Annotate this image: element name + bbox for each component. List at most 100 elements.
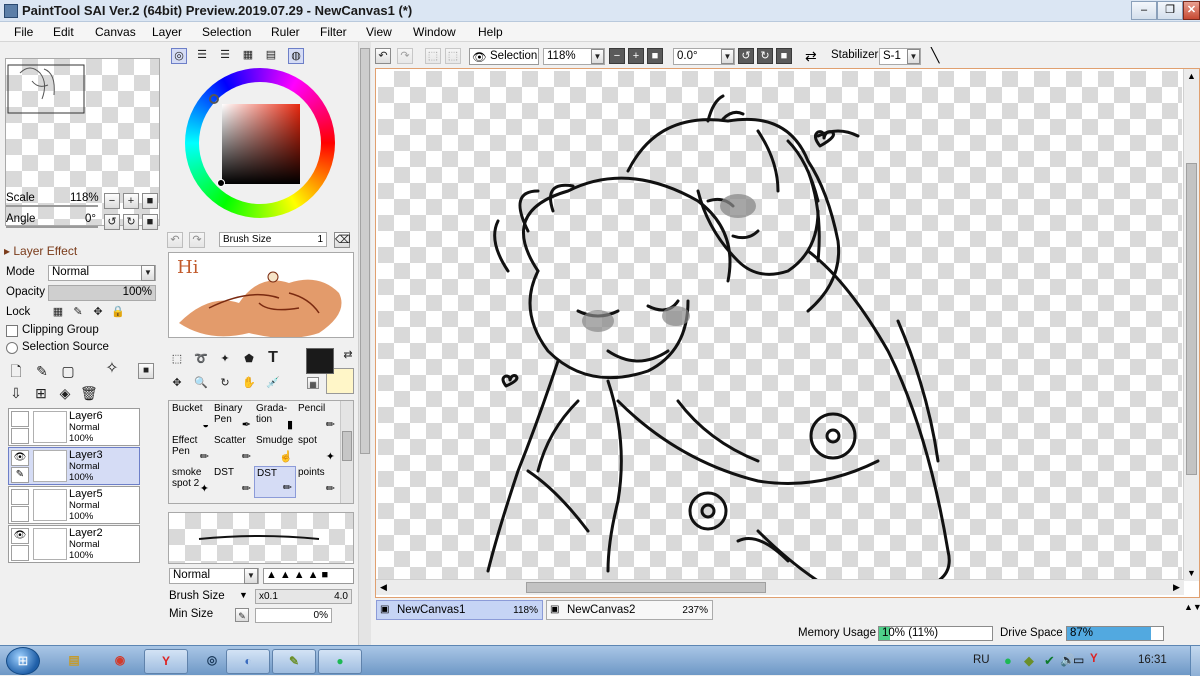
layer-row[interactable]: 👁 ✎ Layer3 Normal 100% xyxy=(8,447,140,485)
scroll-thumb[interactable] xyxy=(1186,163,1197,475)
opacity-slider[interactable]: 100% xyxy=(48,285,156,301)
clock[interactable]: 16:31 xyxy=(1138,654,1167,666)
tab-scroll-icon[interactable]: ▲▼ xyxy=(1184,602,1200,618)
angle-select[interactable]: 0.0° ▼ xyxy=(673,48,735,65)
yandex-tray-icon[interactable]: Y xyxy=(1090,653,1098,665)
eraser-icon[interactable]: ⌫ xyxy=(334,232,351,248)
hue-handle[interactable] xyxy=(209,94,219,104)
zoom-out-button[interactable]: − xyxy=(104,193,120,209)
layer-row[interactable]: Layer5 Normal 100% xyxy=(8,486,140,524)
tool-gradation[interactable]: Grada-tion ▮ xyxy=(254,402,296,434)
canvas-tab[interactable]: ▣ NewCanvas2 237% xyxy=(546,600,713,620)
scroll-down-icon[interactable]: ▼ xyxy=(1184,566,1199,581)
brush-size-slider[interactable]: x0.1 4.0 xyxy=(255,589,352,604)
yandex-icon[interactable]: Y xyxy=(144,649,188,674)
zoom-tool-icon[interactable]: 🔍 xyxy=(193,376,209,392)
zoom-in-button[interactable]: + xyxy=(628,48,644,64)
menu-file[interactable]: File xyxy=(14,25,33,39)
zoom-select[interactable]: 118% ▼ xyxy=(543,48,605,65)
visibility-toggle[interactable] xyxy=(11,411,29,427)
selection-tool-icon[interactable]: ⬚ xyxy=(169,352,185,368)
start-button[interactable]: ⊞ xyxy=(6,647,40,675)
tool-points[interactable]: points ✏ xyxy=(296,466,338,498)
canvas-horizontal-scrollbar[interactable]: ◀ ▶ xyxy=(376,579,1184,595)
shape-tool-icon[interactable]: ⬟ xyxy=(241,352,257,368)
tool-effect-pen[interactable]: Effect Pen ✏ xyxy=(170,434,212,466)
zoom-reset-button[interactable]: ■ xyxy=(142,193,158,209)
pen-toggle[interactable] xyxy=(11,545,29,561)
new-layer-icon[interactable]: 🗋 xyxy=(8,364,24,380)
canvas-vertical-scrollbar[interactable]: ▲ ▼ xyxy=(1183,69,1199,581)
blend-mode-select[interactable]: Normal ▼ xyxy=(169,568,259,584)
hand-tool-icon[interactable]: ✋ xyxy=(241,376,257,392)
spotify-tray-icon[interactable]: ● xyxy=(1004,653,1012,668)
visibility-toggle[interactable] xyxy=(11,489,29,505)
lock-transparency-icon[interactable]: ▦ xyxy=(50,305,66,321)
move-tool-icon[interactable]: ✥ xyxy=(169,376,185,392)
tool-bucket[interactable]: Bucket ◒ xyxy=(170,402,212,434)
undo-icon[interactable]: ↶ xyxy=(167,232,183,248)
rotate-reset-button[interactable]: ■ xyxy=(142,214,158,230)
pen-toggle[interactable] xyxy=(11,506,29,522)
drawing-canvas[interactable] xyxy=(378,71,1182,579)
menu-help[interactable]: Help xyxy=(478,25,503,39)
layer-effect-header[interactable]: ▸ Layer Effect xyxy=(4,244,77,258)
spotify-icon[interactable]: ● xyxy=(318,649,362,674)
network-icon[interactable]: ▭ xyxy=(1073,653,1084,667)
scroll-up-icon[interactable]: ▲ xyxy=(1184,69,1199,84)
rotate-tool-icon[interactable]: ↻ xyxy=(217,376,233,392)
zoom-reset-button[interactable]: ■ xyxy=(647,48,663,64)
tool-binary-pen[interactable]: Binary Pen ✒ xyxy=(212,402,254,434)
hsv-slider-mode-icon[interactable]: ☰ xyxy=(217,48,233,64)
swap-colors-icon[interactable]: ⇄ xyxy=(340,348,356,364)
pencil-icon[interactable]: ✎ xyxy=(11,467,29,483)
zoom-in-button[interactable]: + xyxy=(123,193,139,209)
menu-window[interactable]: Window xyxy=(413,25,456,39)
selection-mode-icon[interactable]: ✧ xyxy=(104,361,120,378)
brush-size-dropdown-icon[interactable]: ▼ xyxy=(239,590,248,600)
layer-row[interactable]: 👁 Layer2 Normal 100% xyxy=(8,525,140,563)
zoom-out-button[interactable]: − xyxy=(609,48,625,64)
sai-icon[interactable]: ✎ xyxy=(272,649,316,674)
primary-color-swatch[interactable] xyxy=(306,348,334,374)
rotate-left-button[interactable]: ↺ xyxy=(738,48,754,64)
tool-pencil[interactable]: Pencil ✏ xyxy=(296,402,338,434)
scale-slider[interactable] xyxy=(6,205,98,207)
rotate-left-button[interactable]: ↺ xyxy=(104,214,120,230)
clear-layer-icon[interactable]: ◈ xyxy=(57,386,73,402)
brush-shape-selector[interactable]: ▲▲▲▲■ xyxy=(263,568,354,584)
scroll-left-icon[interactable]: ◀ xyxy=(376,580,391,595)
flip-horizontal-icon[interactable]: ⇄ xyxy=(805,48,817,65)
rotate-right-button[interactable]: ↻ xyxy=(123,214,139,230)
eye-icon[interactable]: 👁 xyxy=(11,450,29,466)
rgb-slider-mode-icon[interactable]: ☰ xyxy=(194,48,210,64)
panel-scrollbar[interactable] xyxy=(358,42,371,645)
tool-spot[interactable]: spot ✦ xyxy=(296,434,338,466)
mode-select[interactable]: Normal ▼ xyxy=(48,265,156,281)
saturation-value-square[interactable] xyxy=(222,104,300,184)
redo-icon[interactable]: ↷ xyxy=(397,48,413,64)
lock-move-icon[interactable]: ✥ xyxy=(90,305,106,321)
menu-filter[interactable]: Filter xyxy=(320,25,347,39)
show-desktop-button[interactable] xyxy=(1190,646,1200,676)
selection-source-radio[interactable] xyxy=(6,342,18,354)
new-folder-icon[interactable]: ▢ xyxy=(60,364,76,380)
pen-toggle[interactable] xyxy=(11,428,29,444)
lock-paint-icon[interactable]: ✎ xyxy=(70,305,86,321)
eye-icon[interactable]: 👁 xyxy=(11,528,29,544)
transparent-color-icon[interactable]: ▦ xyxy=(307,377,319,389)
tool-grid-scrollbar[interactable] xyxy=(340,401,353,503)
menu-layer[interactable]: Layer xyxy=(152,25,182,39)
line-tool-icon[interactable]: ╲ xyxy=(931,47,939,64)
tool-scatter[interactable]: Scatter ✏ xyxy=(212,434,254,466)
rotate-reset-button[interactable]: ■ xyxy=(776,48,792,64)
clipping-group-checkbox[interactable] xyxy=(6,325,18,337)
scroll-thumb[interactable] xyxy=(526,582,766,593)
redo-icon[interactable]: ↷ xyxy=(189,232,205,248)
invert-selection-icon[interactable]: ⬚ xyxy=(445,48,461,64)
color-wheel-mode-icon[interactable]: ◎ xyxy=(171,48,187,64)
menu-selection[interactable]: Selection xyxy=(202,25,251,39)
transfer-down-icon[interactable]: ⇩ xyxy=(8,386,24,402)
min-size-slider[interactable]: 0% xyxy=(255,608,332,623)
color-picker-handle[interactable] xyxy=(217,179,225,187)
